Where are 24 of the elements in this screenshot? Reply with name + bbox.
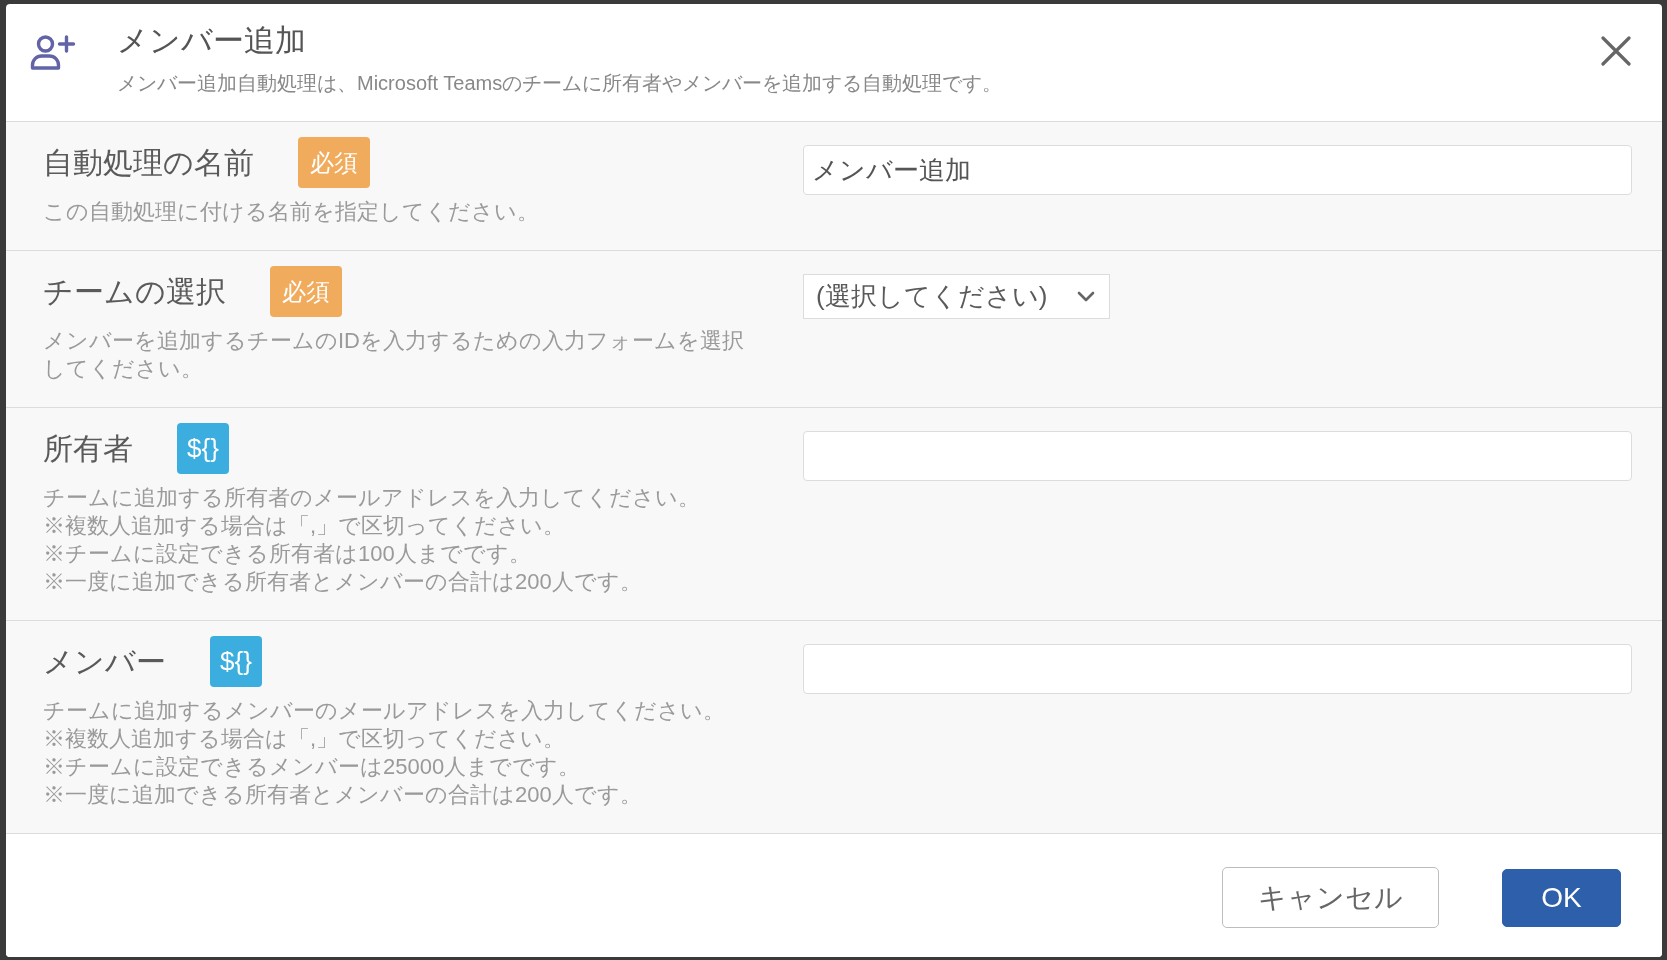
add-person-icon <box>30 34 76 70</box>
chevron-down-icon <box>1077 291 1095 302</box>
required-badge: 必須 <box>298 137 370 188</box>
field-label: チームの選択 <box>43 273 226 310</box>
field-help-text: メンバーを追加するチームのIDを入力するための入力フォームを選択してください。 <box>43 327 745 383</box>
field-help-text: チームに追加する所有者のメールアドレスを入力してください。 ※複数人追加する場合は「,」で区切ってください。 ※チームに設定できる所有者は100人までです。 ※一度に追加できる所有者とメンバーの合計は200人です。 <box>43 484 701 596</box>
variable-badge: ${} <box>177 423 229 474</box>
field-label: 所有者 <box>43 430 133 467</box>
text-field[interactable]: メンバー追加 <box>803 145 1632 195</box>
field-help-text: この自動処理に付ける名前を指定してください。 <box>43 198 540 226</box>
ok-button[interactable]: OK <box>1502 868 1621 927</box>
dialog-title: メンバー追加 <box>117 22 307 59</box>
text-field[interactable] <box>803 644 1632 694</box>
field-label: メンバー <box>43 643 166 680</box>
field-help-text: チームに追加するメンバーのメールアドレスを入力してください。 ※複数人追加する場合は「,」で区切ってください。 ※チームに設定できるメンバーは25000人までです。 ※一度に追加できる所有者とメンバーの合計は200人です。 <box>43 697 726 809</box>
required-badge: 必須 <box>270 266 342 317</box>
dropdown[interactable]: (選択してください) <box>803 274 1110 319</box>
cancel-button[interactable]: キャンセル <box>1222 867 1439 928</box>
text-field[interactable] <box>803 431 1632 481</box>
field-label: 自動処理の名前 <box>43 144 254 181</box>
close-icon <box>1601 36 1631 66</box>
dialog-description: メンバー追加自動処理は、Microsoft Teamsのチームに所有者やメンバーを追加する自動処理です。 <box>117 71 1004 96</box>
close-button[interactable] <box>1601 36 1631 66</box>
variable-badge: ${} <box>210 636 262 687</box>
